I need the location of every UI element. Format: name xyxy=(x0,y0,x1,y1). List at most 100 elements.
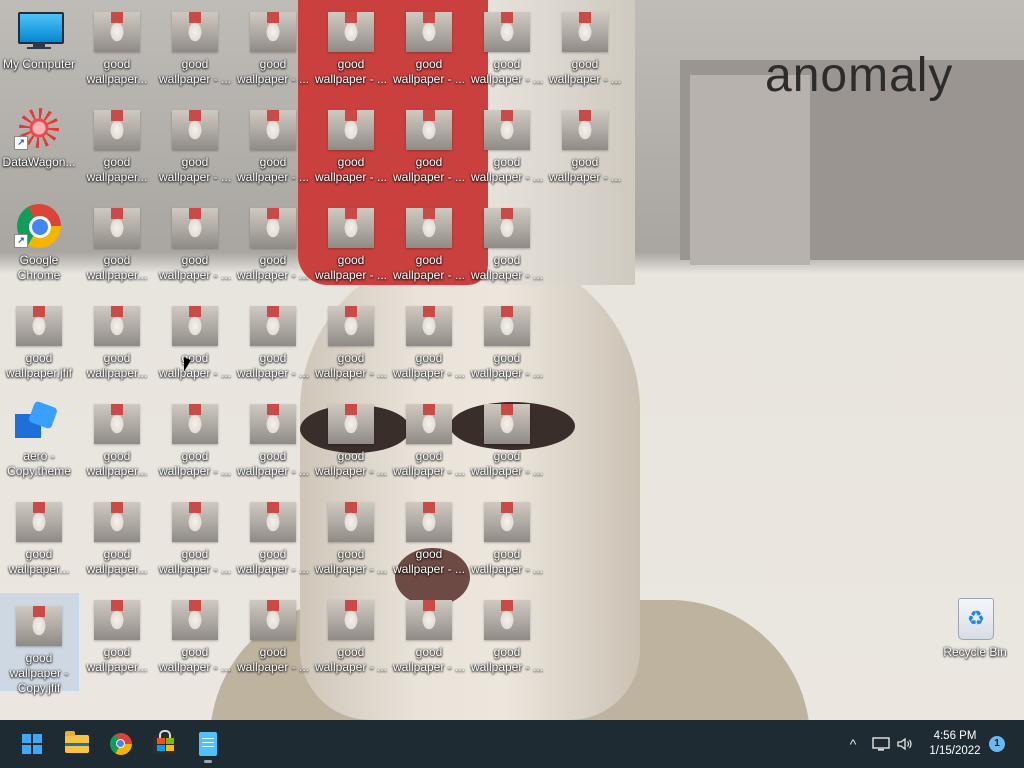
notification-badge[interactable]: 1 xyxy=(989,736,1005,752)
desktop-icon-label: good wallpaper - ... xyxy=(158,547,232,576)
desktop-icon-good-wallpaper-copy[interactable]: good wallpaper... xyxy=(78,294,156,390)
image-thumbnail-icon xyxy=(250,600,296,640)
desktop-icon-good-wallpaper-copy[interactable]: good wallpaper - ... xyxy=(468,490,546,586)
desktop-icon-good-wallpaper-copy[interactable]: good wallpaper - ... xyxy=(234,294,312,390)
desktop-icon-aero-theme[interactable]: aero - Copy.theme xyxy=(0,392,78,488)
notepad-button[interactable] xyxy=(188,724,228,764)
image-thumbnail-icon xyxy=(484,110,530,150)
desktop-icon-label: good wallpaper... xyxy=(86,645,148,674)
desktop-icon-good-wallpaper-copy[interactable]: good wallpaper - ... xyxy=(468,392,546,488)
desktop-icon-good-wallpaper-copy-selected[interactable]: good wallpaper - Copy.jfif xyxy=(0,593,79,695)
desktop-icon-good-wallpaper-copy[interactable]: good wallpaper - ... xyxy=(234,588,312,684)
desktop-icon-google-chrome[interactable]: ↗ Google Chrome xyxy=(0,196,78,292)
image-thumbnail-icon xyxy=(250,502,296,542)
desktop-icon-good-wallpaper-jfif[interactable]: good wallpaper.jfif xyxy=(0,294,78,390)
image-thumbnail-icon xyxy=(484,208,530,248)
desktop-icon-good-wallpaper-copy[interactable]: good wallpaper... xyxy=(78,588,156,684)
image-thumbnail-icon xyxy=(250,208,296,248)
image-thumbnail-icon xyxy=(16,606,62,646)
desktop[interactable]: anomaly My Computer ↗ DataWagon... ↗ Goo… xyxy=(0,0,1024,720)
desktop-icon-good-wallpaper-copy[interactable]: good wallpaper - ... xyxy=(234,490,312,586)
show-hidden-icons-chevron-icon[interactable]: ^ xyxy=(842,720,864,768)
desktop-icon-label: good wallpaper - ... xyxy=(548,57,622,86)
desktop-icon-good-wallpaper-copy[interactable]: good wallpaper - ... xyxy=(546,0,624,96)
desktop-icon-label: good wallpaper - ... xyxy=(314,449,388,478)
desktop-icon-good-wallpaper-copy[interactable]: good wallpaper - ... xyxy=(234,98,312,194)
desktop-icon-label: good wallpaper - ... xyxy=(470,449,544,478)
desktop-icon-good-wallpaper-copy[interactable]: good wallpaper - ... xyxy=(312,98,390,194)
desktop-icon-good-wallpaper-copy[interactable]: good wallpaper - ... xyxy=(390,196,468,292)
desktop-icon-good-wallpaper-copy[interactable]: good wallpaper - ... xyxy=(390,490,468,586)
desktop-icon-good-wallpaper-copy[interactable]: good wallpaper - ... xyxy=(312,196,390,292)
image-thumbnail-icon xyxy=(328,600,374,640)
shortcut-arrow-icon: ↗ xyxy=(14,136,28,150)
desktop-icon-good-wallpaper-copy[interactable]: good wallpaper - ... xyxy=(312,588,390,684)
desktop-icon-label: good wallpaper.jfif xyxy=(5,351,73,380)
desktop-icon-good-wallpaper-copy[interactable]: good wallpaper... xyxy=(78,490,156,586)
desktop-icon-good-wallpaper-copy[interactable]: good wallpaper - ... xyxy=(156,588,234,684)
desktop-icon-good-wallpaper-copy[interactable]: good wallpaper - ... xyxy=(312,0,390,96)
desktop-icon-label: good wallpaper - ... xyxy=(236,449,310,478)
desktop-icon-label: good wallpaper - ... xyxy=(314,155,388,184)
store-button[interactable] xyxy=(144,724,184,764)
image-thumbnail-icon xyxy=(328,110,374,150)
desktop-icon-good-wallpaper-copy[interactable]: good wallpaper - ... xyxy=(468,196,546,292)
desktop-icon-label: good wallpaper - ... xyxy=(470,351,544,380)
desktop-icon-good-wallpaper-copy[interactable]: good wallpaper... xyxy=(78,196,156,292)
desktop-icon-label: good wallpaper - ... xyxy=(158,449,232,478)
image-thumbnail-icon xyxy=(94,502,140,542)
image-thumbnail-icon xyxy=(94,208,140,248)
chrome-taskbar-button[interactable] xyxy=(101,724,141,764)
desktop-icon-good-wallpaper-copy[interactable]: good wallpaper - ... xyxy=(468,294,546,390)
image-thumbnail-icon xyxy=(484,502,530,542)
desktop-icon-label: good wallpaper - ... xyxy=(236,645,310,674)
image-thumbnail-icon xyxy=(328,208,374,248)
chrome-icon xyxy=(110,733,132,755)
desktop-icon-good-wallpaper-copy[interactable]: good wallpaper - ... xyxy=(156,0,234,96)
volume-icon[interactable] xyxy=(894,720,916,768)
file-explorer-button[interactable] xyxy=(57,724,97,764)
desktop-icon-good-wallpaper-copy[interactable]: good wallpaper... xyxy=(78,98,156,194)
desktop-icon-good-wallpaper-copy[interactable]: good wallpaper - ... xyxy=(390,588,468,684)
desktop-icon-label: good wallpaper - ... xyxy=(470,547,544,576)
desktop-icon-good-wallpaper-copy[interactable]: good wallpaper - ... xyxy=(156,392,234,488)
desktop-icon-good-wallpaper-copy[interactable]: good wallpaper - ... xyxy=(390,392,468,488)
desktop-icon-good-wallpaper-copy[interactable]: good wallpaper - ... xyxy=(156,490,234,586)
desktop-icon-good-wallpaper-copy[interactable]: good wallpaper - ... xyxy=(390,0,468,96)
image-thumbnail-icon xyxy=(484,306,530,346)
desktop-icon-good-wallpaper-copy[interactable]: good wallpaper - ... xyxy=(234,392,312,488)
desktop-icon-good-wallpaper[interactable]: good wallpaper... xyxy=(0,490,78,586)
desktop-icon-good-wallpaper-copy[interactable]: good wallpaper... xyxy=(78,392,156,488)
desktop-icon-good-wallpaper-copy[interactable]: good wallpaper - ... xyxy=(390,294,468,390)
image-thumbnail-icon xyxy=(328,404,374,444)
desktop-icon-good-wallpaper-copy[interactable]: good wallpaper... xyxy=(78,0,156,96)
desktop-icon-good-wallpaper-copy[interactable]: good wallpaper - ... xyxy=(156,196,234,292)
image-thumbnail-icon xyxy=(562,110,608,150)
start-button[interactable] xyxy=(12,724,52,764)
system-clock[interactable]: 4:56 PM 1/15/2022 xyxy=(920,729,990,759)
network-icon[interactable] xyxy=(870,720,892,768)
desktop-icon-good-wallpaper-copy[interactable]: good wallpaper - ... xyxy=(312,392,390,488)
monitor-base xyxy=(27,47,51,49)
desktop-icon-good-wallpaper-copy[interactable]: good wallpaper - ... xyxy=(390,98,468,194)
image-thumbnail-icon xyxy=(406,110,452,150)
desktop-icon-label: good wallpaper - ... xyxy=(236,253,310,282)
desktop-icon-good-wallpaper-copy[interactable]: good wallpaper - ... xyxy=(234,196,312,292)
desktop-icon-good-wallpaper-copy[interactable]: good wallpaper - ... xyxy=(312,490,390,586)
desktop-icon-good-wallpaper-copy[interactable]: good wallpaper - ... xyxy=(156,98,234,194)
desktop-icon-good-wallpaper-copy[interactable]: good wallpaper - ... xyxy=(468,588,546,684)
store-icon xyxy=(153,730,175,754)
desktop-icon-good-wallpaper-copy[interactable]: good wallpaper - ... xyxy=(546,98,624,194)
desktop-icon-good-wallpaper-copy[interactable]: good wallpaper - ... xyxy=(234,0,312,96)
image-thumbnail-icon xyxy=(328,502,374,542)
desktop-icon-good-wallpaper-copy[interactable]: good wallpaper - ... xyxy=(468,98,546,194)
desktop-icon-good-wallpaper-copy[interactable]: good wallpaper - ... xyxy=(312,294,390,390)
image-thumbnail-icon xyxy=(16,502,62,542)
desktop-icon-label: good wallpaper - ... xyxy=(236,155,310,184)
desktop-icon-my-computer[interactable]: My Computer xyxy=(0,0,78,96)
image-thumbnail-icon xyxy=(562,12,608,52)
desktop-icon-datawagon[interactable]: ↗ DataWagon... xyxy=(0,98,78,194)
desktop-icon-label: good wallpaper - ... xyxy=(392,253,466,282)
desktop-icon-good-wallpaper-copy[interactable]: good wallpaper - ... xyxy=(468,0,546,96)
desktop-icon-recycle-bin[interactable]: ♻ Recycle Bin xyxy=(936,588,1014,684)
